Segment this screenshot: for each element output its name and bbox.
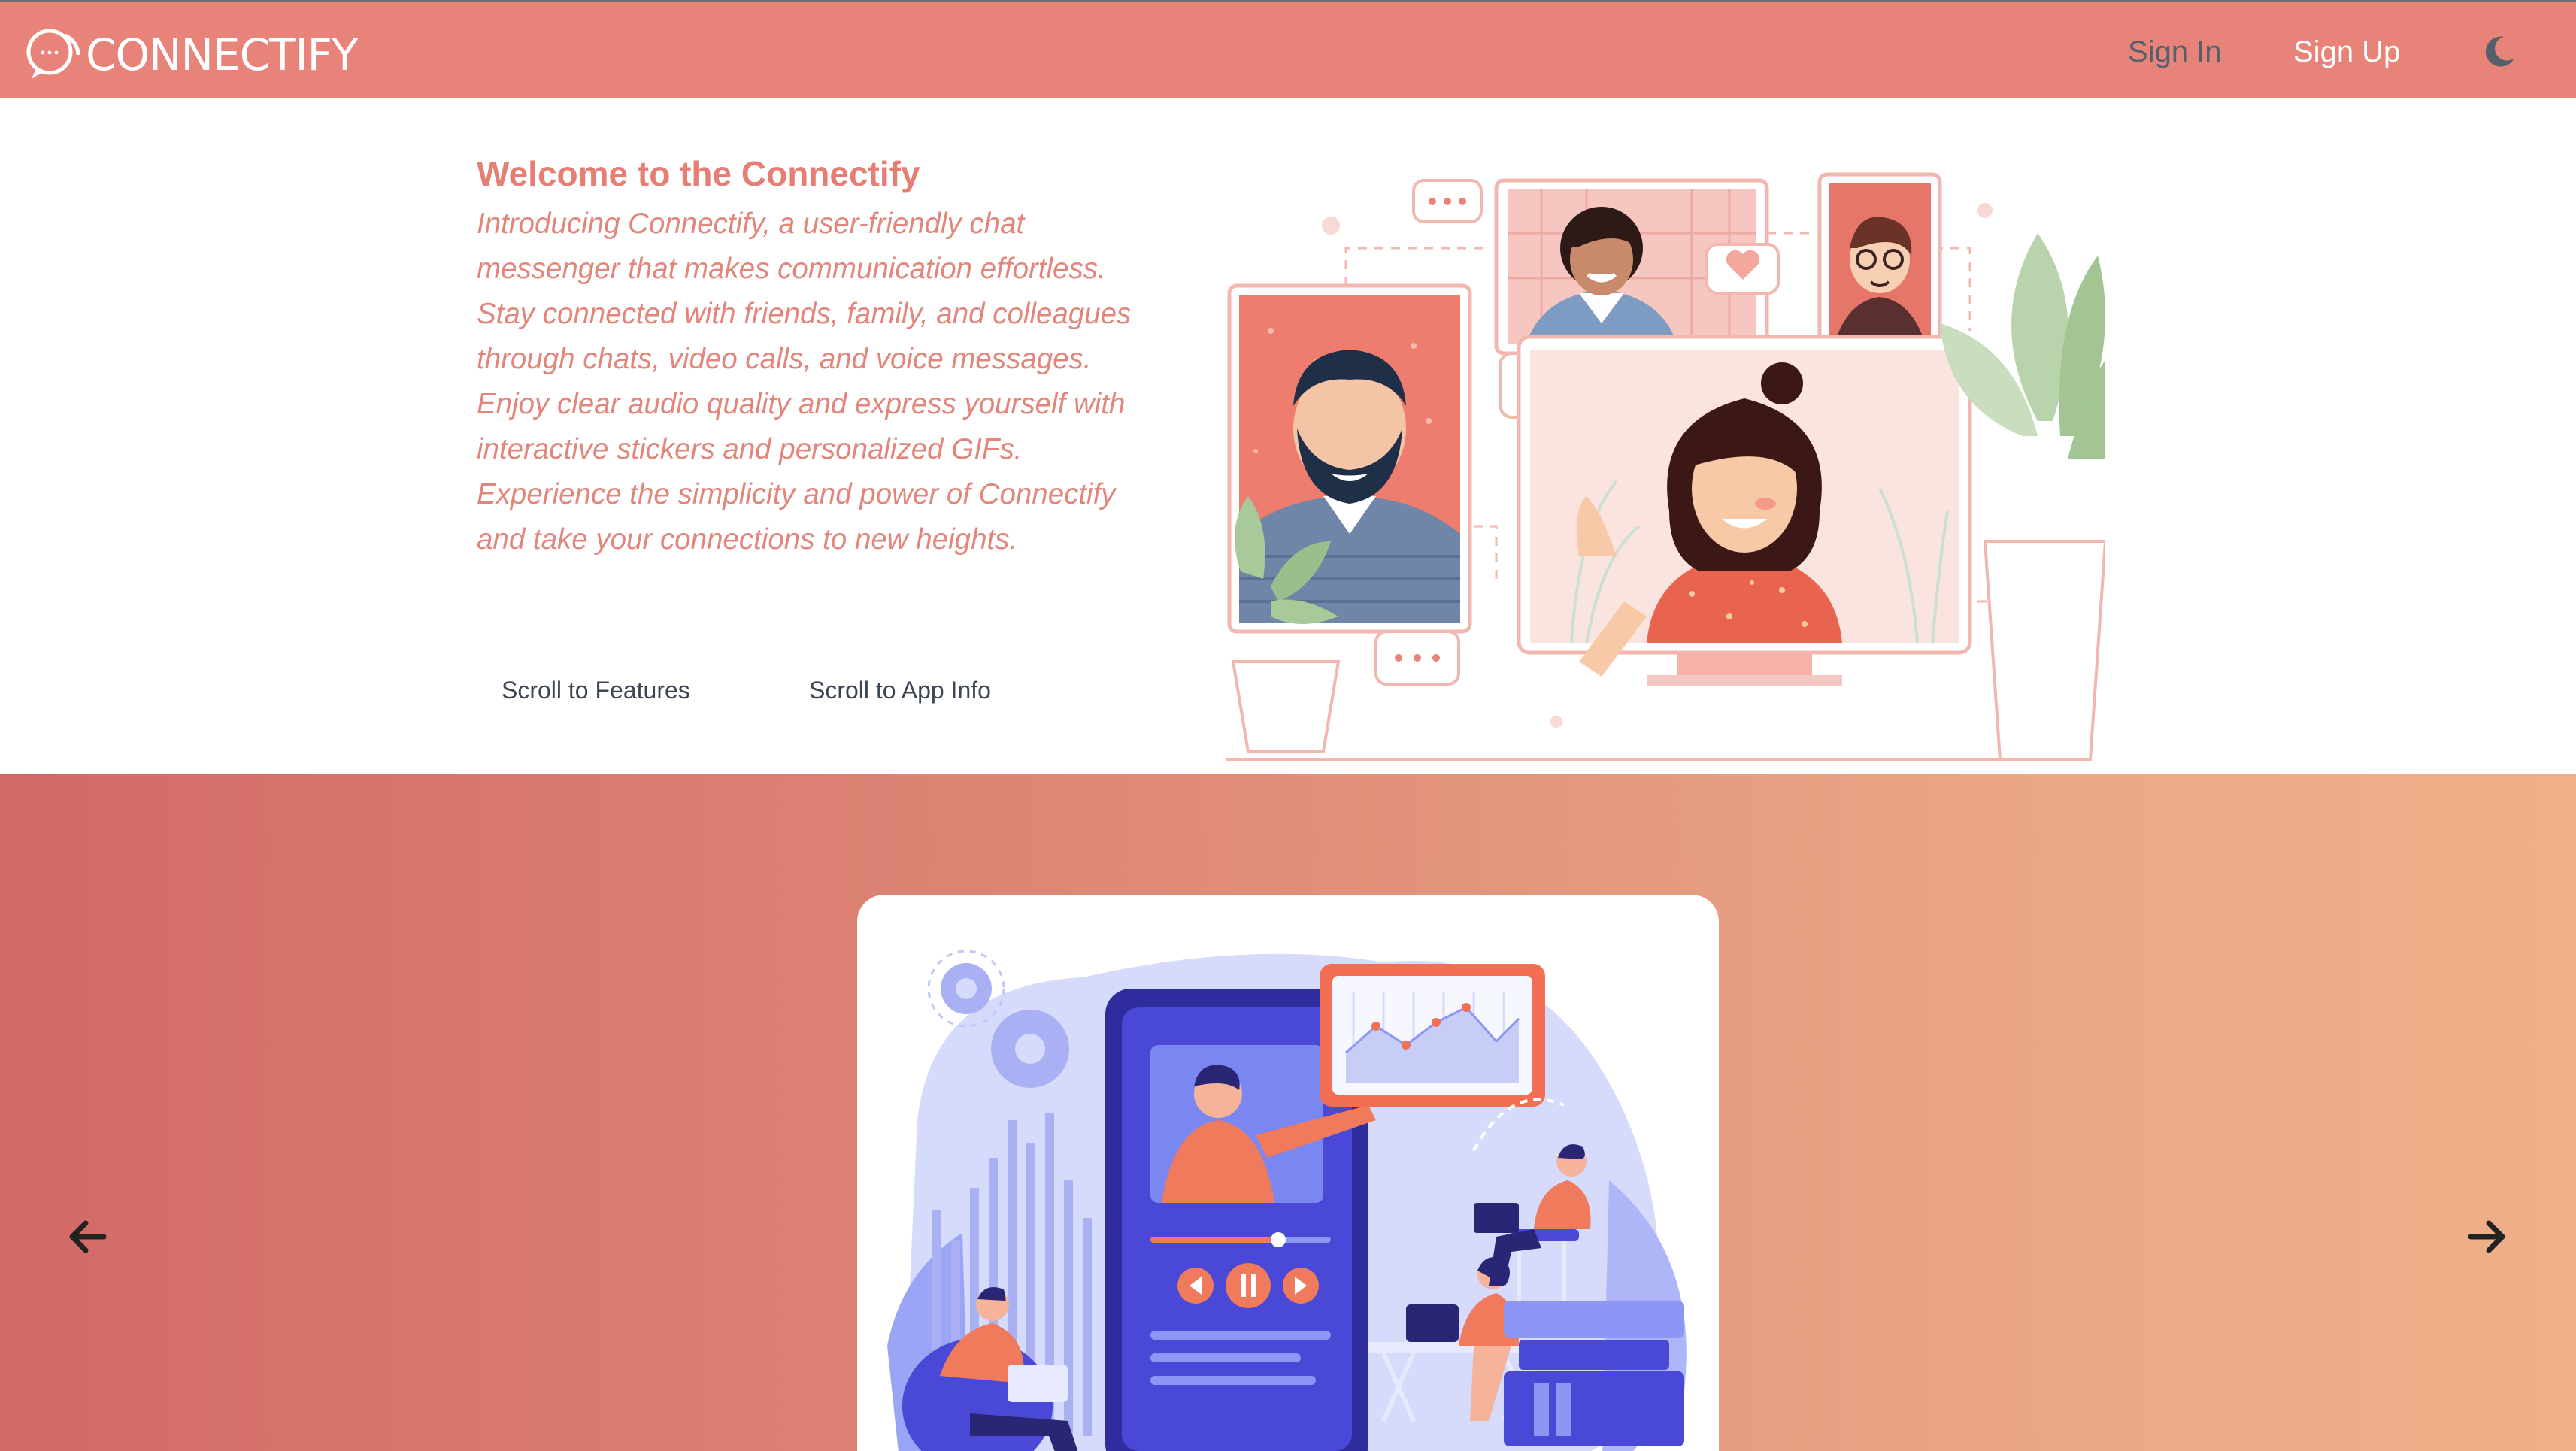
arrow-right-icon[interactable] — [2456, 1207, 2516, 1267]
hero-title: Welcome to the Connectify — [477, 154, 920, 193]
features-carousel — [0, 774, 2576, 1451]
heart-bubble-icon — [1705, 243, 1780, 295]
carousel-slide-card — [857, 895, 1719, 1451]
moon-icon[interactable] — [2481, 32, 2519, 70]
brand-name: CONNECTIFY — [86, 29, 358, 80]
scroll-to-features-button[interactable]: Scroll to Features — [502, 677, 690, 704]
chat-bubble-logo-icon — [26, 29, 80, 79]
top-navbar: CONNECTIFY Sign In Sign Up — [0, 0, 2576, 98]
arrow-left-icon[interactable] — [59, 1207, 119, 1267]
sign-up-link[interactable]: Sign Up — [2293, 35, 2400, 69]
chat-bubble-icon — [1412, 179, 1483, 223]
hero-description: Introducing Connectify, a user-friendly … — [477, 208, 1132, 556]
video-stream-illustration — [887, 950, 1687, 1451]
brand-logo[interactable]: CONNECTIFY — [23, 25, 358, 85]
hero-section: Welcome to the Connectify Introducing Co… — [0, 98, 2576, 774]
media-controls — [1177, 1263, 1319, 1308]
scroll-to-app-info-button[interactable]: Scroll to App Info — [809, 677, 991, 704]
video-call-illustration — [1226, 172, 2105, 761]
typing-bubble-icon — [1374, 630, 1460, 686]
sign-in-link[interactable]: Sign In — [2128, 35, 2222, 69]
